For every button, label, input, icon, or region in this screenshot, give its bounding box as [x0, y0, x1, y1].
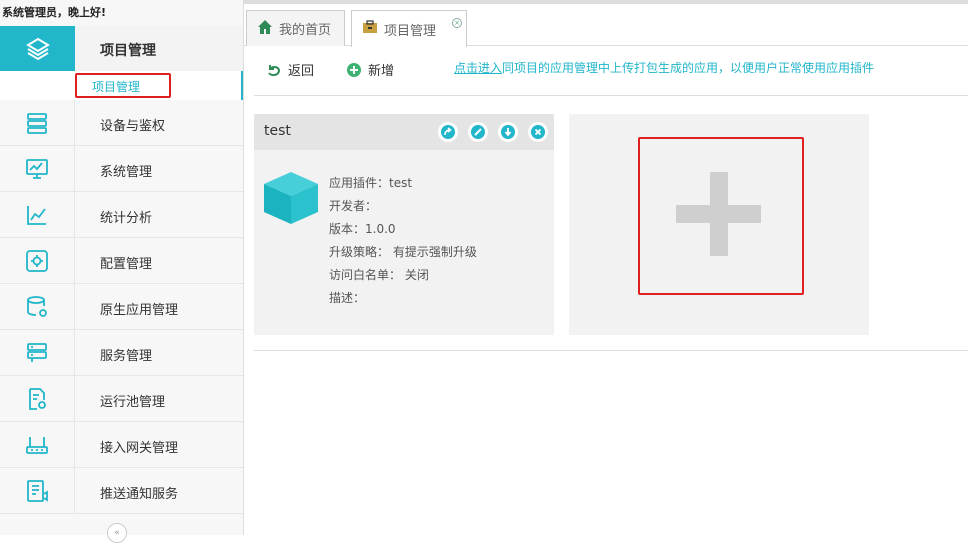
- sidebar-item-statistics[interactable]: 统计分析: [0, 192, 243, 238]
- toolbar: 返回 新增 点击进入同项目的应用管理中上传打包生成的应用，以便用户正常使用应用插…: [254, 56, 968, 96]
- sidebar-item-label: 配置管理: [100, 257, 153, 272]
- sidebar-item-label: 服务管理: [100, 349, 153, 364]
- download-icon[interactable]: [498, 122, 518, 142]
- gear-box-icon: [0, 238, 75, 283]
- sidebar-item-label: 项目管理: [100, 43, 156, 59]
- greeting-text: 系统管理员，晚上好!: [2, 6, 107, 19]
- server-stack-icon: [0, 330, 75, 375]
- sidebar-item-system[interactable]: 系统管理: [0, 146, 243, 192]
- hint-link[interactable]: 点击进入: [454, 61, 502, 75]
- share-icon[interactable]: [438, 122, 458, 142]
- app-card-header: test: [254, 114, 554, 150]
- add-label: 新增: [368, 64, 395, 79]
- info-description: 描述：: [329, 291, 366, 305]
- collapse-sidebar-icon[interactable]: «: [107, 523, 127, 543]
- sidebar-item-project-management[interactable]: 项目管理: [0, 26, 243, 71]
- hint-text: 点击进入同项目的应用管理中上传打包生成的应用，以便用户正常使用应用插件: [454, 59, 874, 76]
- app-card-title: test: [264, 123, 291, 139]
- info-upgrade-policy: 升级策略： 有提示强制升级: [329, 245, 477, 259]
- sidebar-item-label: 推送通知服务: [100, 487, 179, 502]
- monitor-chart-icon: [0, 146, 75, 191]
- edit-icon[interactable]: [468, 122, 488, 142]
- sidebar-item-push[interactable]: 推送通知服务: [0, 468, 243, 514]
- sidebar: 系统管理员，晚上好! 项目管理 项目管理 设备与鉴权 系统管理 统计分析 配置管…: [0, 0, 244, 543]
- divider: [254, 350, 968, 351]
- add-button[interactable]: 新增: [346, 60, 394, 79]
- info-whitelist: 访问白名单： 关闭: [329, 268, 429, 282]
- back-label: 返回: [288, 64, 315, 79]
- cube-icon: [262, 170, 320, 230]
- sidebar-item-label: 设备与鉴权: [100, 119, 166, 134]
- info-plugin: 应用插件：test: [329, 176, 413, 190]
- sidebar-item-device-auth[interactable]: 设备与鉴权: [0, 100, 243, 146]
- line-chart-icon: [0, 192, 75, 237]
- briefcase-icon: [362, 19, 378, 39]
- sidebar-item-service[interactable]: 服务管理: [0, 330, 243, 376]
- sidebar-item-run-pool[interactable]: 运行池管理: [0, 376, 243, 422]
- tab-home[interactable]: 我的首页: [246, 10, 345, 46]
- close-icon[interactable]: ×: [452, 18, 462, 28]
- database-gear-icon: [0, 284, 75, 329]
- hint-body: 同项目的应用管理中上传打包生成的应用，以便用户正常使用应用插件: [502, 61, 875, 75]
- home-icon: [257, 19, 273, 39]
- router-icon: [0, 422, 75, 467]
- info-developer: 开发者：: [329, 199, 378, 213]
- layers-icon: [0, 26, 75, 71]
- app-card-info: 应用插件：test 开发者： 版本：1.0.0 升级策略： 有提示强制升级 访问…: [329, 172, 477, 310]
- tab-label: 项目管理: [384, 23, 437, 39]
- sidebar-item-label: 运行池管理: [100, 395, 166, 410]
- sidebar-item-native-app[interactable]: 原生应用管理: [0, 284, 243, 330]
- sidebar-item-label: 统计分析: [100, 211, 153, 226]
- sidebar-item-config[interactable]: 配置管理: [0, 238, 243, 284]
- document-gear-icon: [0, 376, 75, 421]
- tab-bar: 我的首页 项目管理 ×: [244, 4, 968, 47]
- back-button[interactable]: 返回: [266, 60, 314, 79]
- sidebar-item-gateway[interactable]: 接入网关管理: [0, 422, 243, 468]
- app-card[interactable]: test 应用插件：test 开发者： 版本：1.0.0 升级策略： 有提示强制…: [254, 114, 554, 335]
- highlight-box: [638, 137, 804, 295]
- tab-project-management[interactable]: 项目管理 ×: [351, 10, 467, 47]
- highlight-box: [75, 73, 171, 98]
- sidebar-item-label: 系统管理: [100, 165, 153, 180]
- notice-icon: [0, 468, 75, 513]
- tab-label: 我的首页: [279, 23, 332, 38]
- back-arrow-icon: [266, 62, 282, 78]
- server-icon: [0, 100, 75, 145]
- sidebar-item-label: 原生应用管理: [100, 303, 179, 318]
- plus-circle-icon: [346, 62, 362, 78]
- delete-icon[interactable]: [528, 122, 548, 142]
- info-version: 版本：1.0.0: [329, 222, 396, 236]
- sidebar-item-label: 接入网关管理: [100, 441, 179, 456]
